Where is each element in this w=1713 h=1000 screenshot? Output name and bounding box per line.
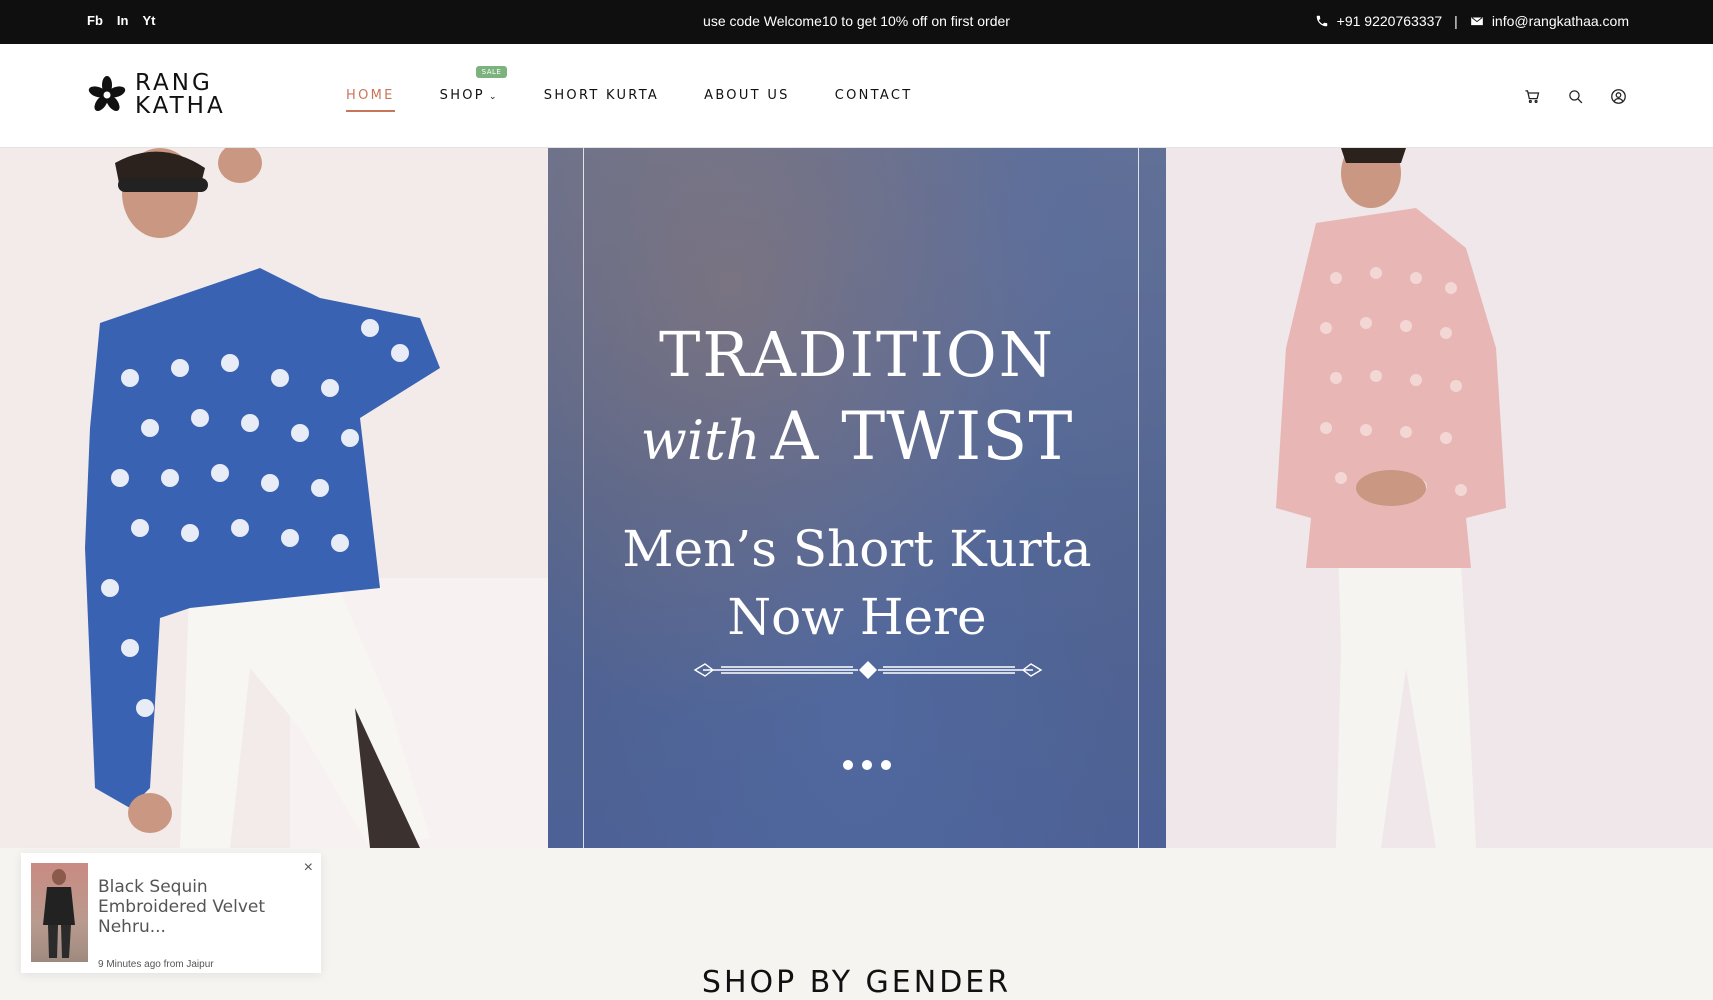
account-icon[interactable] bbox=[1610, 88, 1627, 105]
logo-wordmark: RANG KATHA bbox=[135, 72, 226, 118]
ornament-divider-icon bbox=[693, 661, 1043, 679]
nav-home-label: HOME bbox=[346, 88, 395, 103]
hero-model-left-image bbox=[0, 148, 548, 848]
panel-frame-left bbox=[583, 148, 584, 848]
hero-heading-twist: A TWIST bbox=[770, 398, 1074, 475]
announcement-bar: Fb In Yt use code Welcome10 to get 10% o… bbox=[0, 0, 1713, 44]
site-logo[interactable]: RANG KATHA bbox=[87, 72, 226, 118]
site-header: RANG KATHA HOME SALE SHOP ⌄ SHORT KURTA A… bbox=[0, 44, 1713, 148]
hero-heading-line-2: with A TWIST bbox=[548, 398, 1166, 475]
model-pink-kurta-illustration bbox=[1166, 148, 1713, 848]
search-icon[interactable] bbox=[1567, 88, 1584, 105]
logo-line-1: RANG bbox=[135, 70, 213, 96]
close-icon[interactable]: × bbox=[304, 859, 313, 877]
recent-purchase-popup[interactable]: Black Sequin Embroidered Velvet Nehru...… bbox=[21, 853, 321, 973]
contact-info: +91 9220763337 | info@rangkathaa.com bbox=[1315, 13, 1629, 29]
mail-icon bbox=[1470, 16, 1483, 26]
nav-about-us-label: ABOUT US bbox=[704, 88, 790, 103]
product-model-image bbox=[43, 869, 75, 958]
header-actions bbox=[1524, 88, 1627, 105]
logo-line-2: KATHA bbox=[135, 93, 226, 119]
popup-meta: 9 Minutes ago from Jaipur bbox=[98, 959, 214, 970]
model-blue-kurta-illustration bbox=[0, 148, 548, 848]
nav-home[interactable]: HOME bbox=[346, 88, 395, 112]
nav-contact-label: CONTACT bbox=[834, 88, 913, 103]
panel-frame-right bbox=[1138, 148, 1139, 848]
nav-shop-label: SHOP bbox=[439, 88, 485, 103]
nav-contact[interactable]: CONTACT bbox=[835, 88, 913, 103]
nav-short-kurta-label: SHORT KURTA bbox=[543, 88, 660, 103]
carousel-dot-2[interactable] bbox=[862, 760, 872, 770]
popup-product-title[interactable]: Black Sequin Embroidered Velvet Nehru... bbox=[98, 877, 288, 937]
chevron-down-icon: ⌄ bbox=[488, 92, 499, 102]
contact-separator: | bbox=[1454, 13, 1458, 29]
hero-banner[interactable]: TRADITION with A TWIST Men’s Short Kurta … bbox=[0, 148, 1713, 848]
hero-model-right-image bbox=[1166, 148, 1713, 848]
carousel-dot-1[interactable] bbox=[843, 760, 853, 770]
product-thumbnail[interactable] bbox=[31, 863, 88, 962]
nav-short-kurta[interactable]: SHORT KURTA bbox=[544, 88, 659, 103]
hero-subheading-line-2: Now Here bbox=[727, 588, 987, 646]
hero-text-panel: TRADITION with A TWIST Men’s Short Kurta … bbox=[548, 148, 1166, 848]
main-nav: HOME SALE SHOP ⌄ SHORT KURTA ABOUT US CON… bbox=[346, 66, 913, 112]
nav-shop[interactable]: SALE SHOP ⌄ bbox=[439, 66, 508, 103]
cart-icon[interactable] bbox=[1524, 88, 1541, 105]
sale-badge: SALE bbox=[475, 66, 508, 78]
phone-icon bbox=[1316, 15, 1327, 27]
carousel-dots bbox=[843, 760, 891, 770]
email-address[interactable]: info@rangkathaa.com bbox=[1492, 13, 1629, 29]
phone-number[interactable]: +91 9220763337 bbox=[1337, 13, 1443, 29]
nav-about-us[interactable]: ABOUT US bbox=[704, 88, 790, 103]
logo-flower-icon bbox=[88, 76, 126, 111]
hero-heading-line-1: TRADITION bbox=[659, 318, 1055, 391]
carousel-dot-3[interactable] bbox=[881, 760, 891, 770]
hero-subheading-line-1: Men’s Short Kurta bbox=[622, 520, 1092, 578]
hero-script-word: with bbox=[640, 409, 761, 472]
